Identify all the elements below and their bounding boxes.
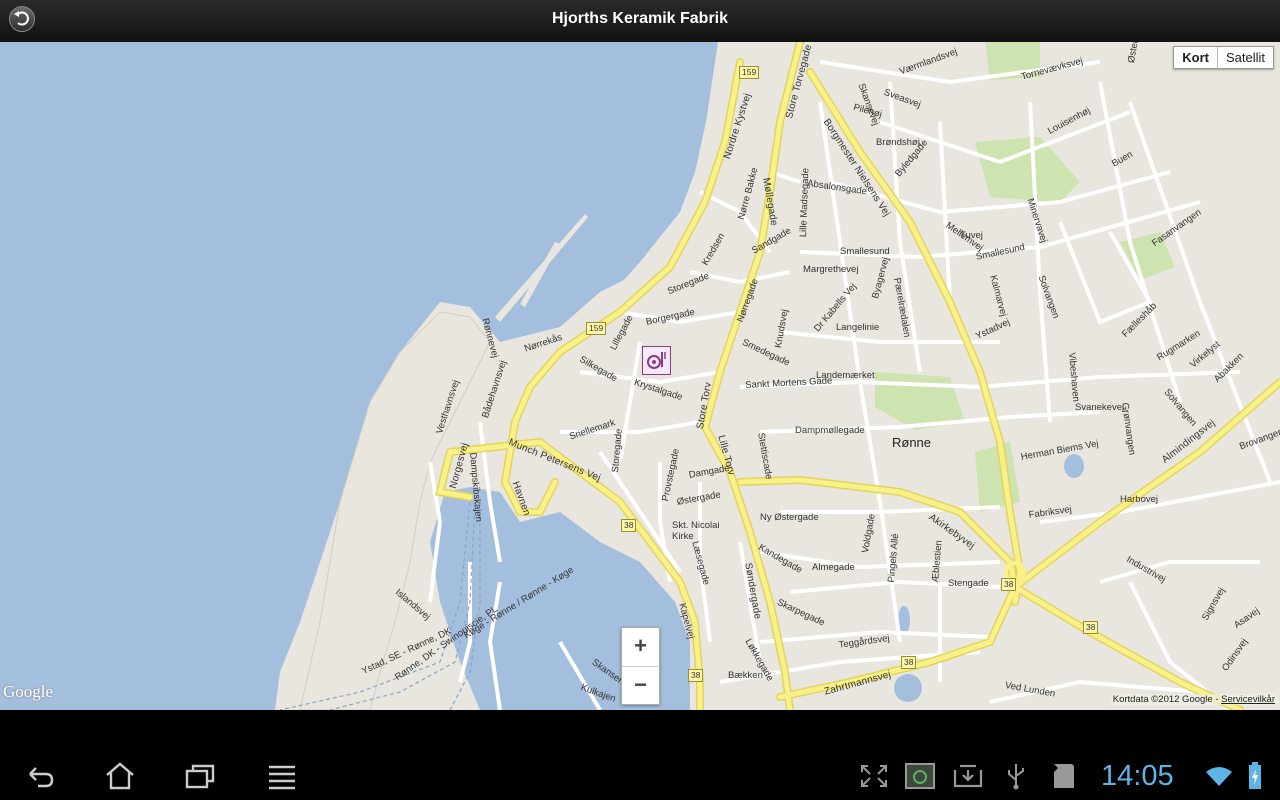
- terms-link[interactable]: Servicevilkår: [1221, 694, 1275, 705]
- title-bar: Hjorths Keramik Fabrik: [0, 0, 1280, 43]
- map-type-satellit[interactable]: Satellit: [1218, 47, 1273, 68]
- fullscreen-icon[interactable]: [858, 762, 890, 790]
- recent-apps-icon[interactable]: [184, 762, 216, 790]
- route-badge: 159: [739, 66, 760, 79]
- system-nav-bar: 14:05: [0, 752, 1280, 800]
- zoom-control: + −: [621, 627, 660, 705]
- map-attribution: Kortdata ©2012 Google - Servicevilkår: [1110, 694, 1277, 705]
- wifi-icon: [1206, 767, 1232, 786]
- street-label: Bækken: [728, 670, 763, 681]
- app-bottom-band: [0, 710, 1280, 752]
- route-badge: 38: [1083, 621, 1099, 634]
- street-label: Harbovej: [1120, 494, 1159, 505]
- street-label: Ny Østergade: [760, 512, 819, 523]
- screenshot-icon: [905, 763, 935, 789]
- route-badge: 38: [688, 669, 704, 682]
- sd-card-icon: [1054, 764, 1074, 788]
- clock: 14:05: [1101, 760, 1174, 792]
- zoom-in-button[interactable]: +: [622, 628, 659, 667]
- route-badge: 38: [901, 656, 917, 669]
- route-badge: 38: [621, 519, 637, 532]
- back-icon[interactable]: [24, 762, 56, 790]
- pottery-icon: [647, 352, 666, 369]
- battery-charging-icon: [1249, 762, 1261, 789]
- street-label: Almegade: [812, 562, 855, 573]
- download-icon: [953, 764, 983, 788]
- street-label: Margrethevej: [803, 264, 859, 275]
- map-canvas: [0, 42, 1280, 710]
- attribution-text: Kortdata ©2012 Google -: [1112, 694, 1222, 705]
- zoom-out-button[interactable]: −: [622, 667, 659, 705]
- route-badge: 38: [1001, 578, 1017, 591]
- street-label: Dampmøllegade: [795, 425, 865, 436]
- city-label: Rønne: [892, 435, 932, 450]
- map-type-toggle: Kort Satellit: [1173, 46, 1274, 69]
- poi-marker[interactable]: [642, 346, 671, 375]
- street-label: Tuvej: [960, 230, 983, 241]
- map-type-kort[interactable]: Kort: [1174, 47, 1218, 68]
- street-label: Smallesund: [840, 246, 890, 257]
- street-label: Stengade: [948, 578, 989, 589]
- usb-icon: [1008, 764, 1024, 790]
- map-view[interactable]: Nordre Kystvej Store Torvegade Borgmeste…: [0, 42, 1280, 710]
- menu-icon[interactable]: [266, 762, 298, 790]
- google-logo: Google: [3, 682, 54, 701]
- home-icon[interactable]: [104, 762, 136, 790]
- route-badge: 159: [586, 322, 607, 335]
- street-label: Svanekevej: [1075, 402, 1125, 413]
- street-label: Langelinie: [836, 322, 880, 333]
- page-title: Hjorths Keramik Fabrik: [551, 10, 729, 27]
- street-label: Brøndshøj: [876, 137, 920, 148]
- street-label: Landemærket: [816, 370, 875, 381]
- street-label: Skt. Nicolai Kirke: [672, 520, 720, 542]
